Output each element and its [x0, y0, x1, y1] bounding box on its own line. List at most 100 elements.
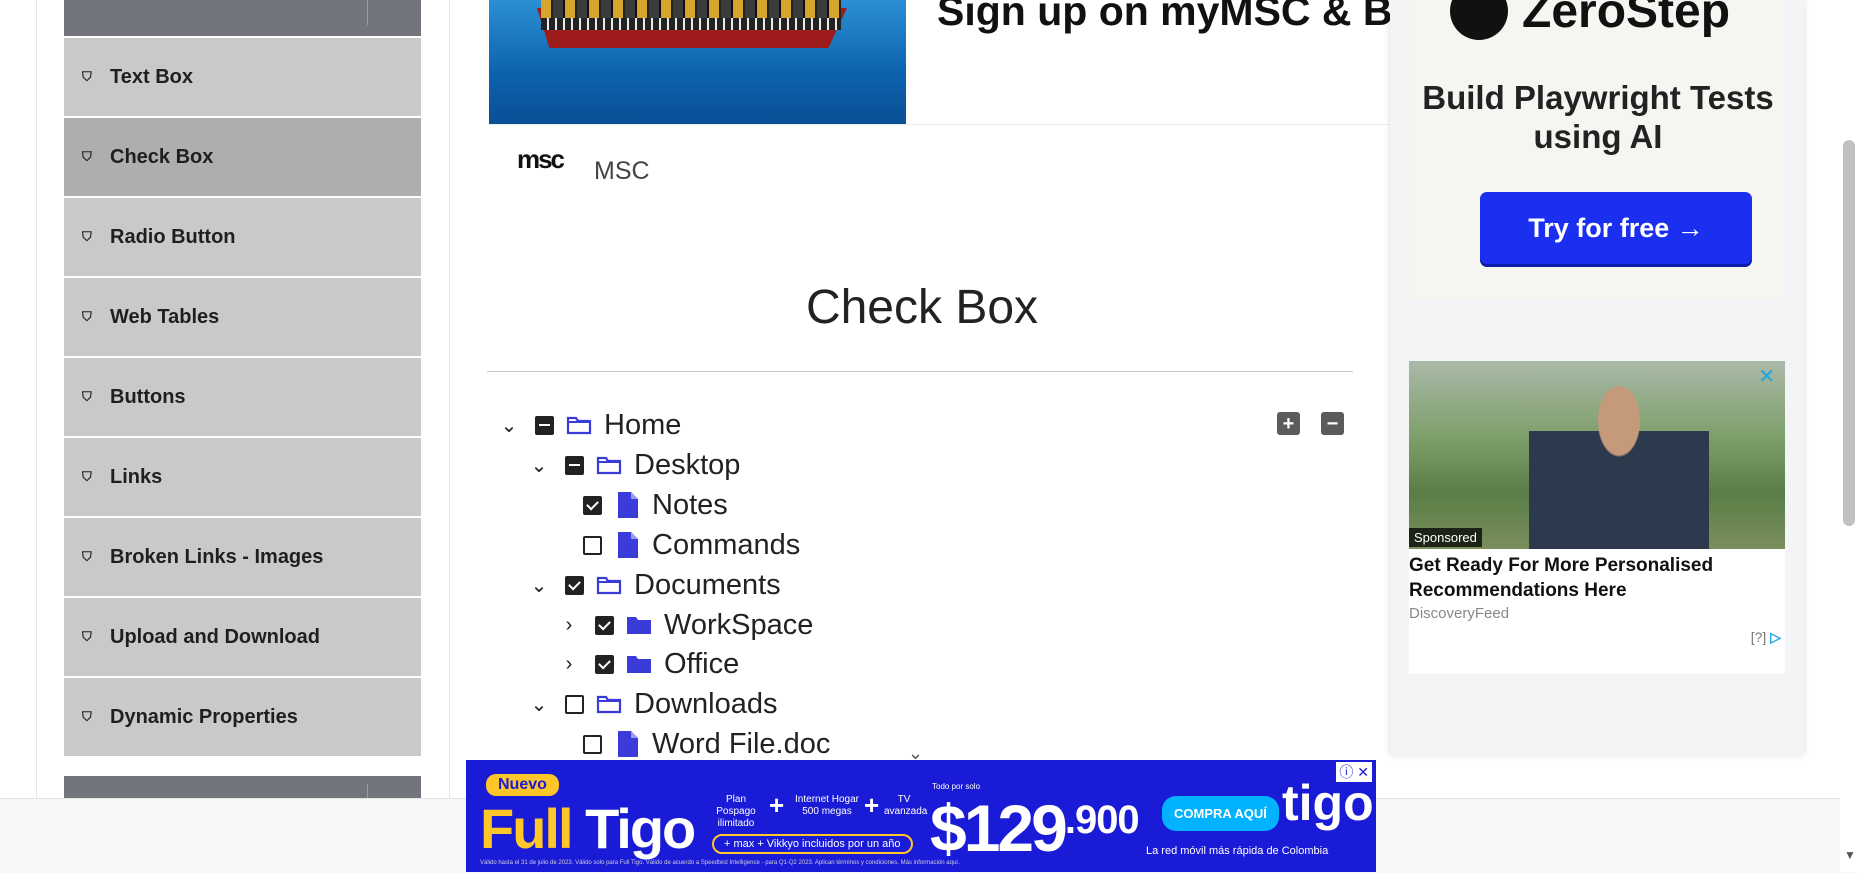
full-tigo-logo: Full Tigo: [480, 797, 696, 860]
sidebar-item-check-box[interactable]: ⛉ Check Box: [64, 118, 421, 196]
sidebar-item-upload-download[interactable]: ⛉ Upload and Download: [64, 598, 421, 676]
node-label[interactable]: Home: [604, 409, 681, 442]
chevron-down-icon[interactable]: ⌄: [527, 692, 551, 717]
sidebar-item-label: Links: [110, 465, 163, 488]
html5-icon: ⛉: [82, 549, 92, 564]
sidebar-item-label: Radio Button: [110, 225, 236, 248]
tree-node-desktop: ⌄ Desktop: [527, 447, 741, 483]
file-icon: [618, 492, 638, 518]
chevron-right-icon[interactable]: ›: [557, 653, 581, 676]
tigo-banner-ad[interactable]: Nuevo Full Tigo Plan Pospago ilimitado +…: [466, 760, 1376, 872]
tree-node-notes: Notes: [569, 487, 728, 523]
feature-tv: TV avanzada: [884, 794, 928, 817]
close-icon[interactable]: ✕: [1758, 364, 1775, 389]
right-ad-column: ZeroStep Build Playwright Tests using AI…: [1390, 0, 1804, 755]
sidebar-group-header[interactable]: [64, 0, 421, 36]
checkbox-word-file[interactable]: [583, 734, 602, 754]
zerostep-logo: ZeroStep: [1450, 0, 1730, 40]
checkbox-desktop[interactable]: [565, 455, 584, 475]
node-label[interactable]: Notes: [652, 489, 728, 522]
node-label[interactable]: Documents: [634, 569, 781, 602]
price: $129.900: [930, 791, 1140, 865]
sidebar-item-label: Text Box: [110, 65, 193, 88]
checkbox-commands[interactable]: [583, 535, 602, 555]
adchoices-icon[interactable]: [?] ▷: [1751, 629, 1781, 646]
sponsored-source: DiscoveryFeed: [1409, 605, 1510, 622]
legal-text: Válido hasta el 31 de julio de 2023. Vál…: [480, 860, 960, 866]
ad-close-icon[interactable]: ⓘ ✕: [1336, 762, 1372, 782]
html5-icon: ⛉: [82, 69, 92, 84]
chevron-down-icon[interactable]: ⌄: [497, 413, 521, 438]
sidebar: ⛉ Text Box ⛉ Check Box ⛉ Radio Button ⛉ Web …: [64, 0, 421, 756]
scroll-down-arrow-icon[interactable]: ▼: [1844, 848, 1856, 862]
sidebar-item-label: Upload and Download: [110, 625, 320, 648]
sidebar-item-buttons[interactable]: ⛉ Buttons: [64, 358, 421, 436]
folder-open-icon: [596, 455, 622, 475]
checkbox-notes[interactable]: [583, 495, 602, 515]
checkbox-workspace[interactable]: [595, 615, 614, 635]
html5-icon: ⛉: [82, 389, 92, 404]
html5-icon: ⛉: [82, 629, 92, 644]
html5-icon: ⛉: [82, 309, 92, 324]
tree-node-documents: ⌄ Documents: [527, 567, 781, 603]
collapse-all-button[interactable]: −: [1321, 412, 1344, 435]
scrollbar-thumb[interactable]: [1843, 140, 1855, 526]
new-badge: Nuevo: [486, 774, 559, 796]
zerostep-headline: Build Playwright Tests using AI: [1422, 79, 1774, 155]
zerostep-brand: ZeroStep: [1522, 0, 1731, 38]
folder-closed-icon: [626, 654, 652, 674]
sponsored-badge: Sponsored: [1409, 528, 1482, 547]
node-label[interactable]: Desktop: [634, 449, 740, 482]
minus-icon: −: [1326, 412, 1339, 435]
plus-sign: +: [864, 790, 880, 820]
node-label[interactable]: Downloads: [634, 688, 777, 721]
feature-plan: Plan Pospago ilimitado: [716, 794, 756, 829]
left-gutter-line: [36, 0, 37, 798]
sidebar-next-group-header[interactable]: [64, 776, 421, 798]
node-label[interactable]: WorkSpace: [664, 609, 813, 642]
html5-icon: ⛉: [82, 229, 92, 244]
folder-open-icon: [596, 694, 622, 714]
sidebar-item-radio-button[interactable]: ⛉ Radio Button: [64, 198, 421, 276]
sidebar-item-broken-links[interactable]: ⛉ Broken Links - Images: [64, 518, 421, 596]
sidebar-item-web-tables[interactable]: ⛉ Web Tables: [64, 278, 421, 356]
tree-toolbar: + −: [1277, 412, 1344, 435]
sidebar-item-label: Web Tables: [110, 305, 220, 328]
buy-here-button[interactable]: COMPRA AQUÍ: [1162, 796, 1279, 831]
plus-sign: +: [769, 790, 785, 820]
included-services: + max + Vikkyo incluidos por un año: [712, 834, 913, 854]
node-label[interactable]: Commands: [652, 529, 800, 562]
msc-banner-ad[interactable]: Sign up on myMSC & B: [489, 0, 1394, 124]
tree-node-word-file: Word File.doc: [569, 726, 830, 762]
hiker-figure: [1529, 371, 1709, 549]
sponsored-card[interactable]: ✕ Sponsored Get Ready For More Personali…: [1409, 361, 1785, 674]
chevron-right-icon[interactable]: ›: [557, 614, 581, 637]
sponsored-title[interactable]: Get Ready For More Personalised Recommen…: [1409, 553, 1759, 603]
sidebar-item-links[interactable]: ⛉ Links: [64, 438, 421, 516]
file-icon: [618, 532, 638, 558]
tree-node-downloads: ⌄ Downloads: [527, 686, 778, 722]
sidebar-item-text-box[interactable]: ⛉ Text Box: [64, 38, 421, 116]
tree-node-commands: Commands: [569, 527, 800, 563]
folder-closed-icon: [626, 615, 652, 635]
ad-headline: Sign up on myMSC & B: [937, 0, 1393, 34]
tree-node-workspace: › WorkSpace: [557, 607, 814, 643]
checkbox-office[interactable]: [595, 654, 614, 674]
try-for-free-button[interactable]: Try for free →: [1480, 192, 1752, 264]
sidebar-item-dynamic-properties[interactable]: ⛉ Dynamic Properties: [64, 678, 421, 756]
chevron-down-icon[interactable]: ⌄: [527, 453, 551, 478]
node-label[interactable]: Office: [664, 648, 739, 681]
html5-icon: ⛉: [82, 469, 92, 484]
chevron-down-icon[interactable]: ⌄: [527, 573, 551, 598]
zerostep-ad[interactable]: ZeroStep Build Playwright Tests using AI…: [1410, 0, 1786, 300]
sidebar-item-label: Dynamic Properties: [110, 705, 298, 728]
node-label[interactable]: Word File.doc: [652, 728, 830, 761]
checkbox-downloads[interactable]: [565, 694, 584, 714]
folder-open-icon: [566, 415, 592, 435]
checkbox-home[interactable]: [535, 415, 554, 435]
checkbox-documents[interactable]: [565, 575, 584, 595]
expand-all-button[interactable]: +: [1277, 412, 1300, 435]
msc-advertiser-row[interactable]: msc MSC: [489, 124, 1394, 221]
ship-image: [489, 0, 906, 124]
ship-containers-lower: [541, 18, 841, 30]
